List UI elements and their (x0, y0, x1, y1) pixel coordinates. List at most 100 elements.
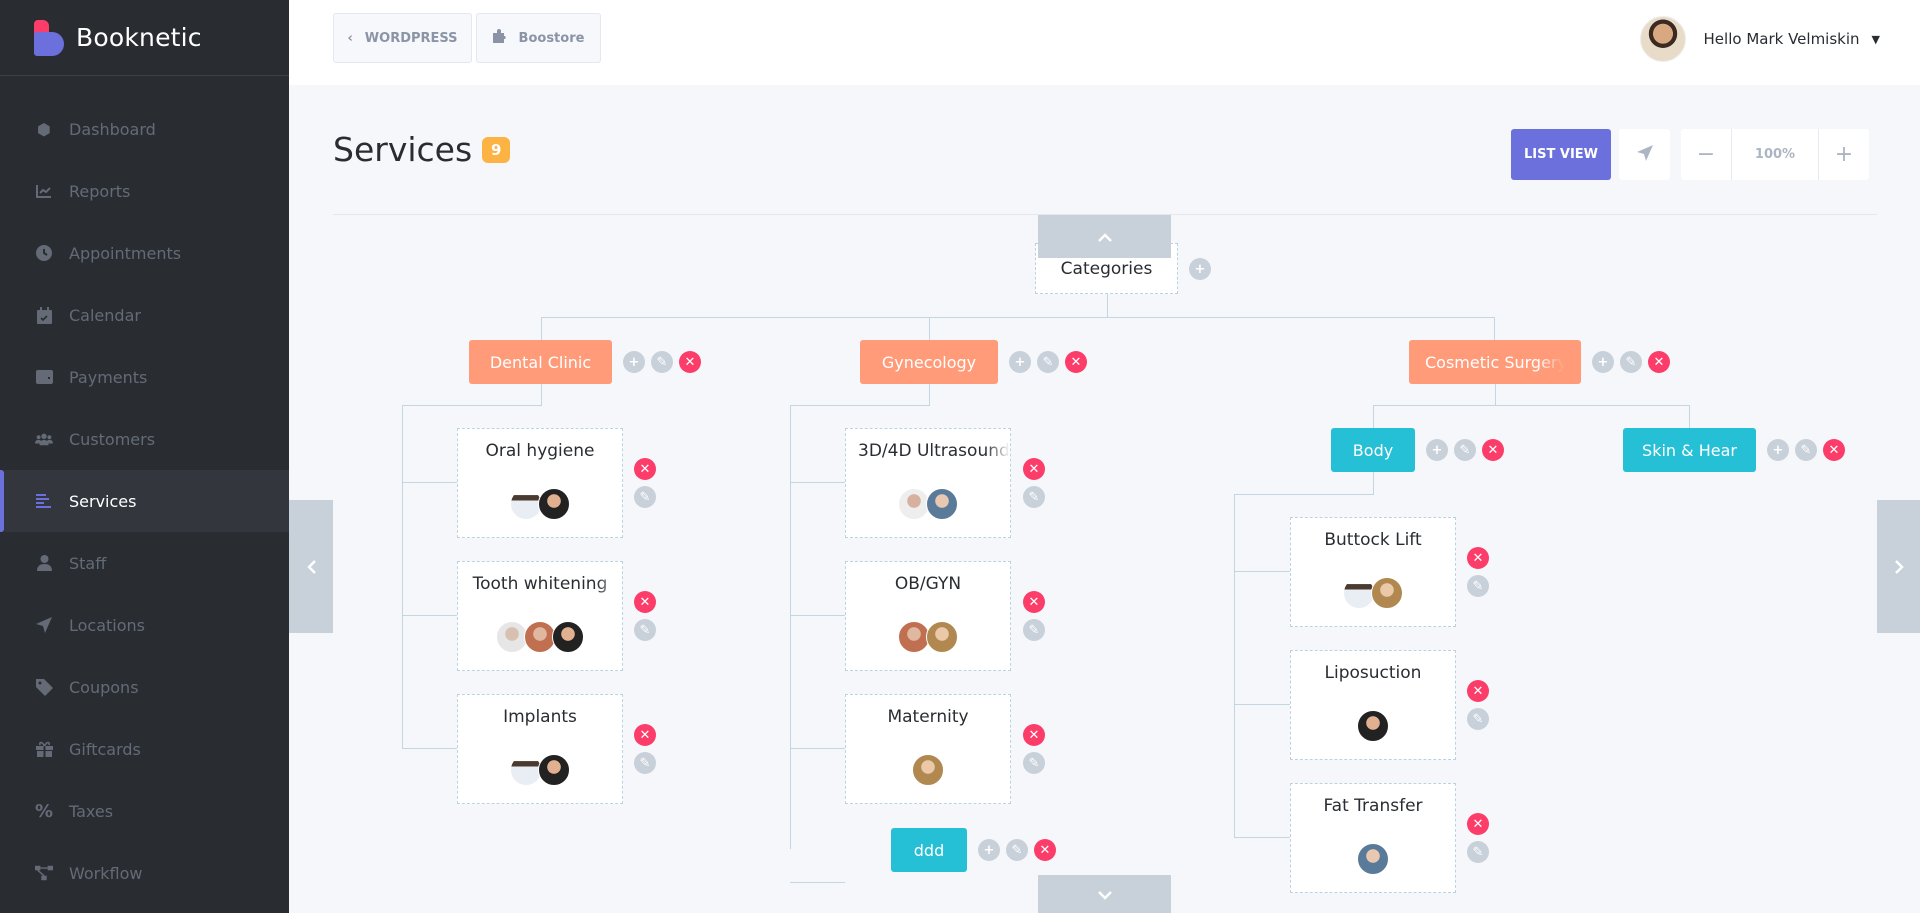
sidebar-item-locations[interactable]: Locations (0, 594, 289, 656)
service-card-fat-transfer[interactable]: Fat Transfer (1290, 783, 1456, 893)
connector-line (1689, 405, 1690, 429)
delete-service-button[interactable]: ✕ (634, 724, 656, 746)
service-card-buttock-lift[interactable]: Buttock Lift (1290, 517, 1456, 627)
delete-service-button[interactable]: ✕ (1467, 547, 1489, 569)
zoom-out-button[interactable]: − (1681, 129, 1731, 180)
delete-button[interactable]: ✕ (1823, 439, 1845, 461)
edit-button[interactable]: ✎ (1037, 351, 1059, 373)
scroll-down-button[interactable] (1038, 875, 1171, 913)
add-button[interactable]: + (978, 839, 1000, 861)
connector-line (790, 748, 845, 749)
sidebar-item-label: Customers (69, 429, 156, 449)
connector-line (1234, 571, 1290, 572)
delete-button[interactable]: ✕ (1482, 439, 1504, 461)
category-skin-hear[interactable]: Skin & Hear (1623, 428, 1756, 472)
delete-button[interactable]: ✕ (1648, 351, 1670, 373)
brand-logo[interactable]: Booknetic (0, 0, 289, 76)
recenter-button[interactable] (1619, 129, 1670, 180)
add-button[interactable]: + (1592, 351, 1614, 373)
scroll-left-button[interactable] (289, 500, 333, 633)
sidebar-item-payments[interactable]: Payments (0, 346, 289, 408)
service-name: OB/GYN (894, 574, 962, 594)
delete-service-button[interactable]: ✕ (1023, 724, 1045, 746)
service-name: Fat Transfer (1323, 796, 1423, 816)
boostore-button[interactable]: Boostore (476, 13, 601, 63)
service-card-3d-4d-ultrasound[interactable]: 3D/4D Ultrasound (845, 428, 1011, 538)
edit-button[interactable]: ✎ (1454, 439, 1476, 461)
back-to-wordpress-button[interactable]: ‹ WORDPRESS (333, 13, 472, 63)
chevron-left-icon: ‹ (347, 30, 353, 46)
edit-button[interactable]: ✎ (651, 351, 673, 373)
delete-service-button[interactable]: ✕ (634, 591, 656, 613)
user-menu[interactable]: Hello Mark Velmiskin ▼ (1639, 16, 1880, 62)
edit-service-button[interactable]: ✎ (634, 619, 656, 641)
service-name: Buttock Lift (1324, 530, 1422, 550)
edit-service-button[interactable]: ✎ (1023, 486, 1045, 508)
edit-button[interactable]: ✎ (1795, 439, 1817, 461)
sidebar-item-coupons[interactable]: Coupons (0, 656, 289, 718)
add-button[interactable]: + (1767, 439, 1789, 461)
zoom-in-button[interactable]: + (1819, 129, 1869, 180)
edit-service-button[interactable]: ✎ (1467, 708, 1489, 730)
category-body[interactable]: Body (1331, 428, 1415, 472)
category-dental-clinic[interactable]: Dental Clinic (469, 340, 612, 384)
edit-button[interactable]: ✎ (1620, 351, 1642, 373)
service-card-implants[interactable]: Implants (457, 694, 623, 804)
service-card-tooth-whitening[interactable]: Tooth whitening (457, 561, 623, 671)
service-name: Liposuction (1324, 663, 1422, 683)
edit-service-button[interactable]: ✎ (1467, 841, 1489, 863)
category-cosmetic-surgery[interactable]: Cosmetic Surgery (1409, 340, 1581, 384)
add-button[interactable]: + (1426, 439, 1448, 461)
connector-line (541, 317, 542, 340)
user-icon (35, 554, 53, 572)
delete-service-button[interactable]: ✕ (1467, 680, 1489, 702)
edit-service-button[interactable]: ✎ (634, 752, 656, 774)
sidebar-item-label: Giftcards (69, 739, 141, 759)
location-arrow-icon (35, 616, 53, 634)
service-card-maternity[interactable]: Maternity (845, 694, 1011, 804)
add-button[interactable]: + (1009, 351, 1031, 373)
edit-service-button[interactable]: ✎ (1023, 619, 1045, 641)
sidebar-item-reports[interactable]: Reports (0, 160, 289, 222)
sidebar-item-taxes[interactable]: % Taxes (0, 780, 289, 842)
delete-button[interactable]: ✕ (1065, 351, 1087, 373)
connector-line (1373, 472, 1374, 494)
chevron-down-icon: ▼ (1871, 32, 1880, 46)
service-card-oral-hygiene[interactable]: Oral hygiene (457, 428, 623, 538)
staff-avatars (1291, 577, 1455, 609)
add-button[interactable]: + (623, 351, 645, 373)
sidebar-item-giftcards[interactable]: Giftcards (0, 718, 289, 780)
delete-button[interactable]: ✕ (1034, 839, 1056, 861)
sidebar-item-label: Coupons (69, 677, 139, 697)
delete-button[interactable]: ✕ (679, 351, 701, 373)
sidebar-item-staff[interactable]: Staff (0, 532, 289, 594)
edit-service-button[interactable]: ✎ (1467, 575, 1489, 597)
sidebar-item-appointments[interactable]: Appointments (0, 222, 289, 284)
service-card-liposuction[interactable]: Liposuction (1290, 650, 1456, 760)
connector-line (402, 405, 403, 749)
scroll-up-button[interactable] (1038, 215, 1171, 258)
list-view-button[interactable]: LIST VIEW (1511, 129, 1611, 180)
edit-service-button[interactable]: ✎ (634, 486, 656, 508)
add-category-button[interactable]: + (1189, 258, 1211, 280)
sidebar-item-services[interactable]: Services (0, 470, 289, 532)
connector-line (1234, 837, 1290, 838)
delete-service-button[interactable]: ✕ (1023, 591, 1045, 613)
sidebar-item-calendar[interactable]: Calendar (0, 284, 289, 346)
delete-service-button[interactable]: ✕ (1467, 813, 1489, 835)
scroll-right-button[interactable] (1877, 500, 1920, 633)
delete-service-button[interactable]: ✕ (1023, 458, 1045, 480)
category-ddd[interactable]: ddd (891, 828, 967, 872)
sidebar-item-dashboard[interactable]: ⬢ Dashboard (0, 98, 289, 160)
edit-button[interactable]: ✎ (1006, 839, 1028, 861)
service-card-ob-gyn[interactable]: OB/GYN (845, 561, 1011, 671)
connector-line (1373, 405, 1374, 429)
edit-service-button[interactable]: ✎ (1023, 752, 1045, 774)
connector-line (402, 482, 457, 483)
category-gynecology[interactable]: Gynecology (860, 340, 998, 384)
sidebar-item-customers[interactable]: Customers (0, 408, 289, 470)
sidebar-item-workflow[interactable]: Workflow (0, 842, 289, 904)
top-bar: ‹ WORDPRESS Boostore Hello Mark Velmiski… (289, 0, 1920, 85)
chevron-right-icon (1894, 555, 1904, 579)
delete-service-button[interactable]: ✕ (634, 458, 656, 480)
